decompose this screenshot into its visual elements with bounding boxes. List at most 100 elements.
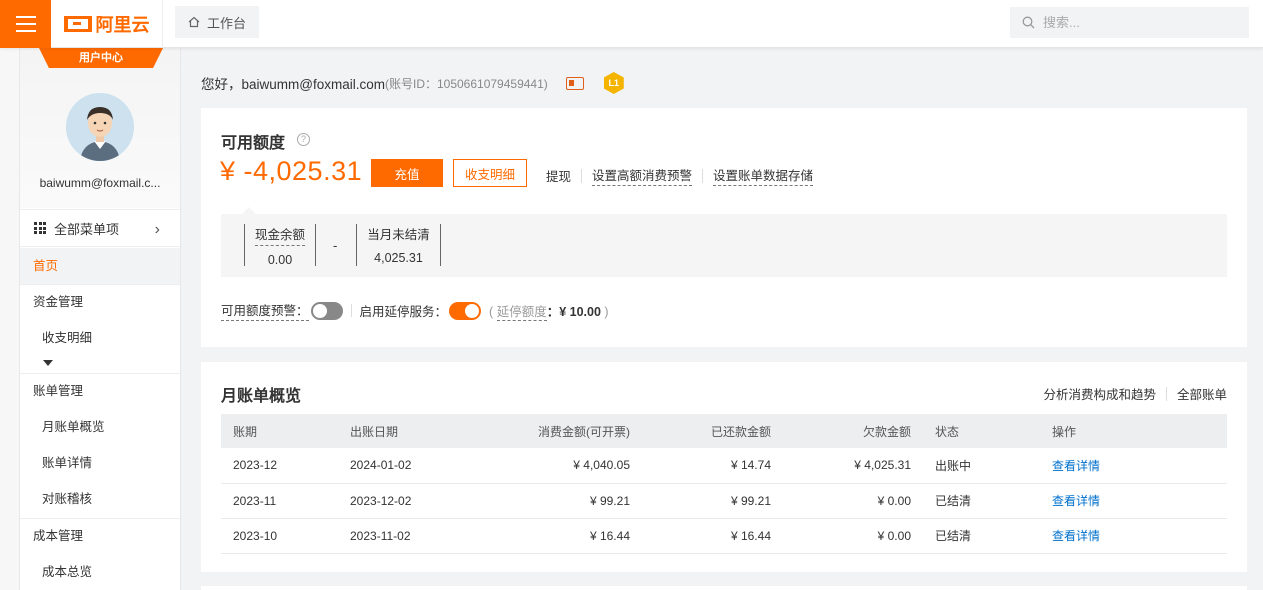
search-input[interactable]: [1043, 15, 1223, 30]
cell-amount: ¥ 16.44: [498, 518, 642, 554]
withdraw-link[interactable]: 提现: [546, 166, 571, 185]
sidebar: 用户中心 baiwumm@foxmail.c... 全部菜单项 › 首页 资金管…: [20, 48, 181, 590]
table-header-row: 账期 出账日期 消费金额(可开票) 已还款金额 欠款金额 状态 操作: [221, 414, 1227, 448]
cell-date: 2023-11-02: [338, 518, 498, 554]
monthly-links: 分析消费构成和趋势 全部账单: [1043, 384, 1227, 403]
monthly-bill-title: 月账单概览: [221, 388, 302, 405]
sidebar-item-income-expense[interactable]: 收支明细: [20, 320, 180, 356]
id-card-icon[interactable]: [565, 76, 584, 90]
view-detail-link[interactable]: 查看详情: [1052, 494, 1100, 508]
income-expense-button[interactable]: 收支明细: [453, 159, 527, 187]
service-toggles: 可用额度预警： 启用延停服务： ( 延停额度：¥ 10.00 ): [221, 300, 609, 321]
cash-balance-label: 现金余额: [254, 226, 305, 246]
column-header: 账期: [221, 414, 338, 448]
delay-quota-label: 延停额度: [496, 305, 547, 321]
cell-amount: ¥ 99.21: [498, 483, 642, 519]
cell-owed: ¥ 4,025.31: [783, 448, 923, 484]
cell-date: 2024-01-02: [338, 448, 498, 484]
delay-service-toggle[interactable]: [449, 301, 482, 320]
divider: [1165, 386, 1167, 401]
unsettled-value: 4,025.31: [374, 251, 423, 265]
menu-toggle-button[interactable]: [0, 0, 51, 48]
home-icon: [188, 16, 200, 28]
cell-period: 2023-12: [221, 448, 338, 484]
next-panel: [201, 586, 1247, 590]
recharge-button[interactable]: 充值: [371, 159, 443, 187]
credit-balance: ¥ -4,025.31: [220, 156, 363, 186]
workbench-button[interactable]: 工作台: [175, 6, 260, 38]
divider: [350, 304, 352, 317]
top-bar: 阿里云 工作台: [0, 0, 1263, 48]
caret-down-icon[interactable]: [43, 360, 53, 366]
sidebar-item-bill-detail[interactable]: 账单详情: [20, 445, 180, 481]
cell-amount: ¥ 4,040.05: [498, 448, 642, 484]
search-icon: [1022, 16, 1035, 29]
cell-status: 已结清: [923, 483, 1040, 519]
sidebar-item-cost[interactable]: 成本管理: [20, 518, 180, 554]
credit-title: 可用额度: [221, 135, 286, 152]
quota-alert-toggle[interactable]: [310, 301, 343, 320]
divider: [702, 168, 704, 183]
cell-action: 查看详情: [1040, 483, 1227, 519]
cell-paid: ¥ 14.74: [642, 448, 783, 484]
user-email: baiwumm@foxmail.c...: [39, 176, 161, 190]
cell-status: 出账中: [923, 448, 1040, 484]
paren-open: (: [489, 305, 494, 319]
level-badge-icon[interactable]: L1: [603, 72, 624, 94]
view-detail-link[interactable]: 查看详情: [1052, 459, 1100, 473]
delay-service-label: 启用延停服务：: [359, 305, 448, 319]
cell-action: 查看详情: [1040, 518, 1227, 554]
greeting-text: 您好，baiwumm@foxmail.com: [201, 77, 385, 92]
table-row: 2023-11 2023-12-02 ¥ 99.21 ¥ 99.21 ¥ 0.0…: [221, 483, 1227, 519]
column-header: 消费金额(可开票): [498, 414, 642, 448]
credit-links: 提现 设置高额消费预警 设置账单数据存储: [546, 165, 814, 186]
aliyun-logo-icon: [63, 16, 92, 32]
left-strip: [0, 48, 20, 590]
cell-paid: ¥ 16.44: [642, 518, 783, 554]
logo-text: 阿里云: [95, 15, 150, 35]
balance-breakdown: 现金余额 0.00 - 当月未结清 4,025.31: [221, 207, 1227, 277]
paren-close: ): [604, 305, 609, 319]
bill-storage-link[interactable]: 设置账单数据存储: [713, 165, 814, 186]
hamburger-icon-line: [15, 16, 36, 18]
table-row: 2023-12 2024-01-02 ¥ 4,040.05 ¥ 14.74 ¥ …: [221, 448, 1227, 484]
unsettled-label: 当月未结清: [367, 228, 430, 242]
high-spend-alert-link[interactable]: 设置高额消费预警: [592, 165, 693, 186]
avatar[interactable]: [66, 93, 134, 161]
column-header: 操作: [1040, 414, 1227, 448]
cell-owed: ¥ 0.00: [783, 483, 923, 519]
sidebar-item-reconciliation[interactable]: 对账稽核: [20, 481, 180, 517]
chevron-right-icon: ›: [154, 221, 160, 238]
view-detail-link[interactable]: 查看详情: [1052, 529, 1100, 543]
minus-sign: -: [333, 238, 338, 253]
delay-quota-value: ：¥ 10.00: [546, 305, 601, 319]
cell-date: 2023-12-02: [338, 483, 498, 519]
user-center-tab: 用户中心: [39, 48, 163, 68]
quota-alert-label: 可用额度预警：: [221, 300, 309, 321]
sidebar-item-billing[interactable]: 账单管理: [20, 373, 180, 409]
help-icon[interactable]: ?: [297, 133, 310, 146]
unsettled-amount: 当月未结清 4,025.31: [356, 224, 441, 266]
all-bills-link[interactable]: 全部账单: [1177, 384, 1227, 403]
hamburger-icon-line: [15, 23, 36, 25]
greeting: 您好，baiwumm@foxmail.com (账号ID：10506610794…: [201, 72, 624, 94]
workbench-label: 工作台: [207, 15, 247, 31]
cell-period: 2023-11: [221, 483, 338, 519]
account-id: (账号ID：1050661079459441): [384, 76, 548, 91]
cell-period: 2023-10: [221, 518, 338, 554]
cash-balance-value: 0.00: [267, 253, 293, 267]
aliyun-logo[interactable]: 阿里云: [51, 0, 163, 48]
cash-balance: 现金余额 0.00: [244, 224, 316, 267]
analyze-trend-link[interactable]: 分析消费构成和趋势: [1043, 384, 1156, 403]
all-menu-button[interactable]: 全部菜单项 ›: [20, 209, 180, 247]
monthly-bill-panel: 月账单概览 分析消费构成和趋势 全部账单 账期 出账日期 消费金额(可开票) 已…: [201, 362, 1247, 572]
cell-owed: ¥ 0.00: [783, 518, 923, 554]
sidebar-item-cost-overview[interactable]: 成本总览: [20, 554, 180, 590]
sidebar-item-home[interactable]: 首页: [20, 248, 180, 284]
table-row: 2023-10 2023-11-02 ¥ 16.44 ¥ 16.44 ¥ 0.0…: [221, 518, 1227, 554]
credit-card-panel: 可用额度 ? ¥ -4,025.31 充值 收支明细 提现 设置高额消费预警 设…: [201, 108, 1247, 347]
column-header: 出账日期: [338, 414, 498, 448]
search-box[interactable]: [1010, 7, 1249, 38]
sidebar-item-monthly-bill[interactable]: 月账单概览: [20, 409, 180, 445]
sidebar-item-funds[interactable]: 资金管理: [20, 284, 180, 320]
